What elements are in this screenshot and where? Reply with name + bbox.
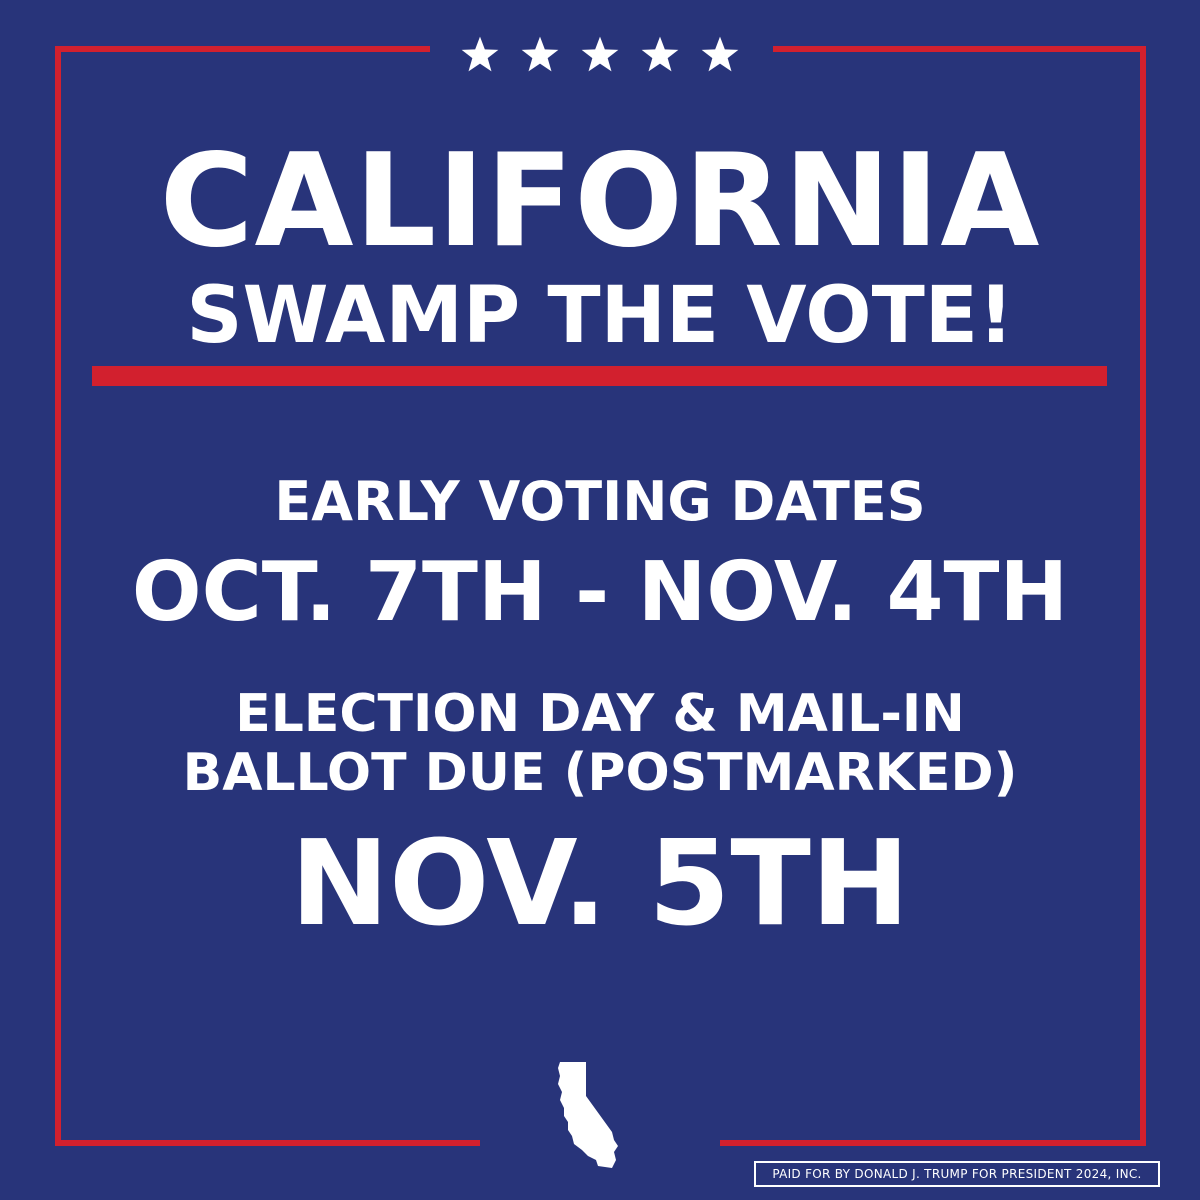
- frame-line-bottom-left: [55, 1140, 480, 1146]
- early-voting-dates: OCT. 7TH - NOV. 4TH: [131, 545, 1069, 640]
- headline-underline: [92, 366, 1107, 386]
- headline-slogan: SWAMP THE VOTE!: [186, 271, 1014, 361]
- frame-line-bottom-right: [720, 1140, 1146, 1146]
- star-icon: [461, 36, 499, 72]
- frame-line-top-left: [55, 46, 430, 52]
- star-icon: [581, 36, 619, 72]
- star-icon: [641, 36, 679, 72]
- headline-state: CALIFORNIA: [159, 127, 1041, 276]
- star-icon: [701, 36, 739, 72]
- early-voting-label: EARLY VOTING DATES: [274, 470, 926, 533]
- election-day-label-line2: BALLOT DUE (POSTMARKED): [182, 743, 1018, 803]
- california-state-icon: [558, 1062, 618, 1168]
- stars-row: [460, 30, 740, 80]
- election-day-label-line1: ELECTION DAY & MAIL-IN: [235, 684, 965, 744]
- paid-for-disclaimer: PAID FOR BY DONALD J. TRUMP FOR PRESIDEN…: [754, 1161, 1160, 1187]
- frame-line-top-right: [773, 46, 1146, 52]
- star-icon: [521, 36, 559, 72]
- election-day-date: NOV. 5TH: [290, 814, 910, 952]
